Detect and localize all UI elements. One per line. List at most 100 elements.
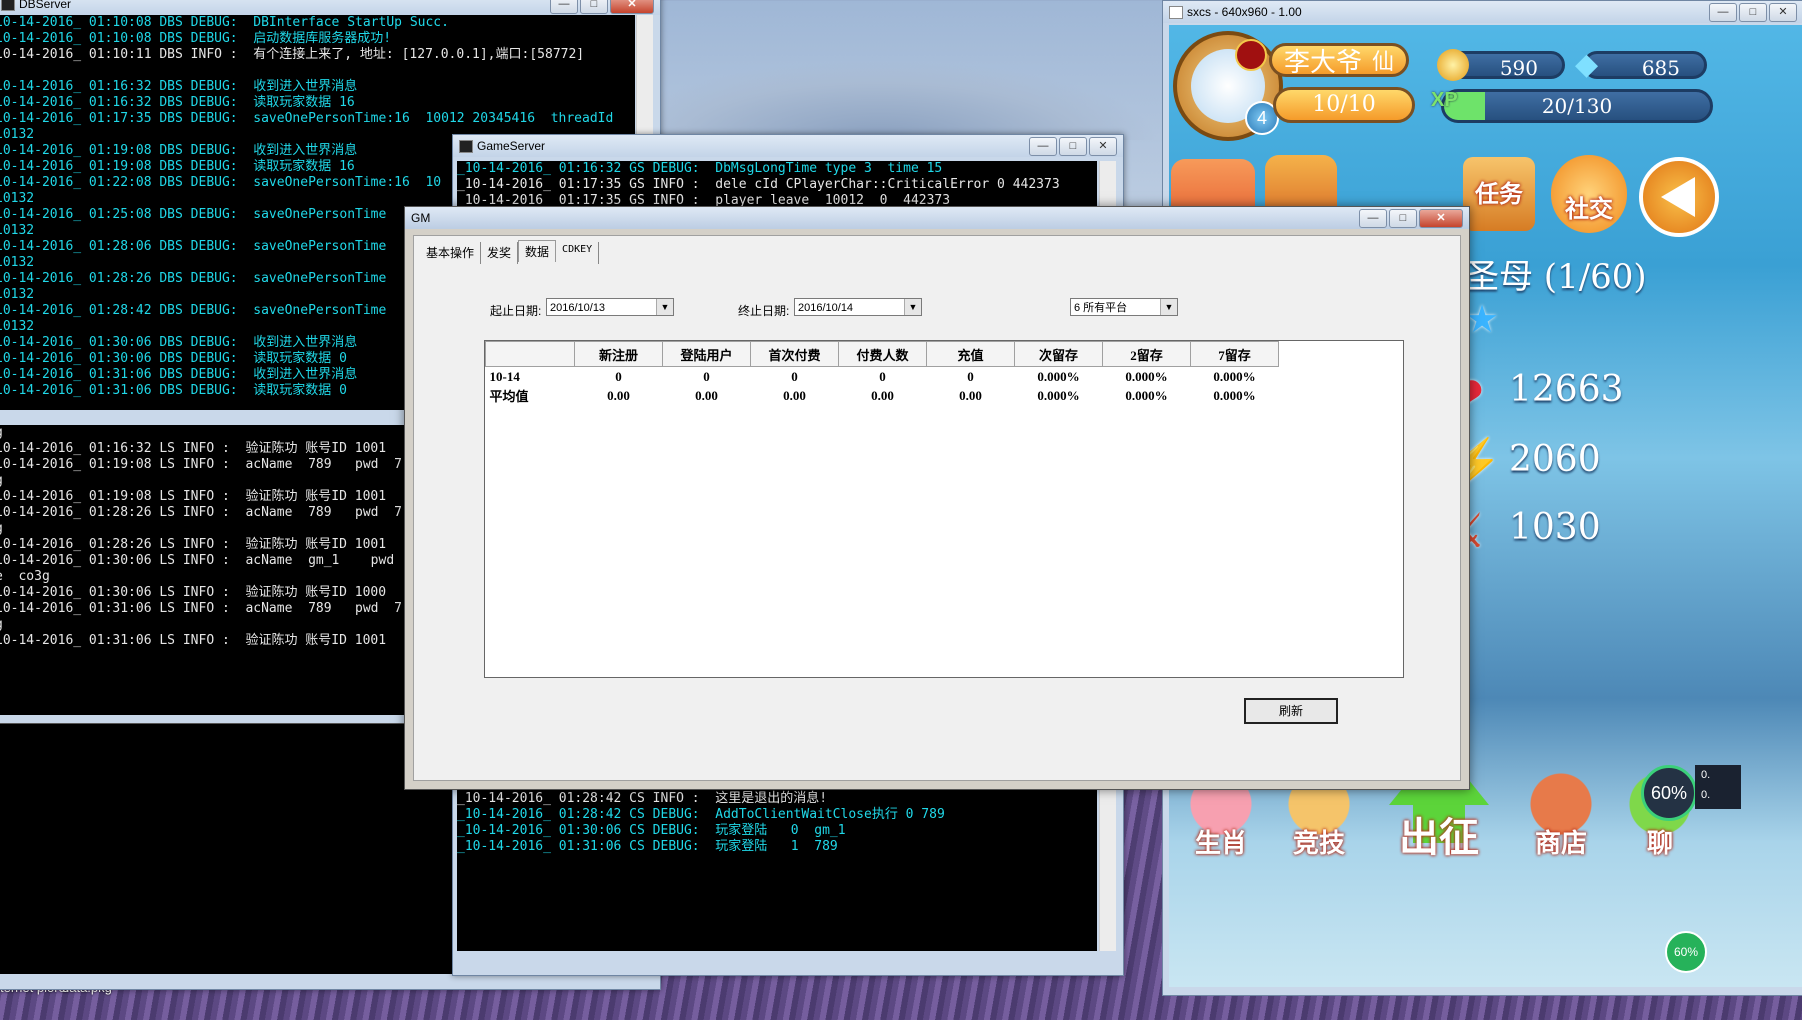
minimize-button[interactable]: — — [1029, 137, 1057, 156]
desktop-mountains — [600, 60, 1160, 140]
stamina-bar[interactable]: 10/10 — [1273, 87, 1415, 123]
gm-titlebar[interactable]: GM — □ ✕ — [405, 207, 1469, 229]
table-cell: 0.00 — [607, 387, 630, 403]
gm-window-controls: — □ ✕ — [1359, 209, 1463, 228]
xp-bar: 20/130 — [1441, 89, 1713, 123]
stats-header-row: 新注册 登陆用户 首次付费 付费人数 充值 次留存 2留存 7留存 — [485, 341, 1279, 367]
network-readout: 0. 0. — [1695, 765, 1741, 809]
maximize-button[interactable]: □ — [1059, 137, 1087, 156]
console-line: _10-14-2016_ 01:28:42 CS DEBUG: AddToCli… — [457, 807, 945, 822]
dbserver-title: DBServer — [19, 0, 72, 11]
console-line: 10-14-2016_ 01:10:08 DBS DEBUG: DBInterf… — [0, 15, 449, 30]
game-title: sxcs - 640x960 - 1.00 — [1187, 5, 1302, 19]
platform-select[interactable]: 6 所有平台 ▼ — [1070, 298, 1178, 316]
table-cell: 0.000% — [1037, 368, 1080, 384]
console-line: _10-14-2016_ 01:16:32 GS DEBUG: DbMsgLon… — [457, 161, 943, 176]
attack-value: 1030 — [1509, 507, 1601, 548]
table-cell: 0.000% — [1125, 387, 1168, 403]
nav-shop-button[interactable]: 商店 — [1519, 769, 1603, 869]
dbserver-titlebar[interactable]: DBServer — □ ✕ — [0, 0, 660, 15]
maximize-button[interactable]: □ — [1739, 3, 1767, 22]
gm-title: GM — [411, 211, 431, 225]
gameserver-titlebar[interactable]: GameServer — □ ✕ — [453, 135, 1123, 157]
chevron-down-icon[interactable]: ▼ — [656, 299, 673, 315]
console-line: _10-14-2016_ 01:30:06 CS DEBUG: 玩家登陆 0 g… — [457, 823, 846, 838]
console-line: 10-14-2016_ 01:10:08 DBS DEBUG: 启动数据库服务器… — [0, 31, 392, 46]
table-cell: 0 — [703, 368, 710, 384]
start-date-label: 起止日期: — [490, 304, 542, 318]
diamond-counter[interactable]: 685 — [1583, 51, 1707, 80]
quest-button[interactable]: 任务 — [1463, 157, 1535, 231]
tab-data[interactable]: 数据 — [518, 240, 557, 262]
close-button[interactable]: ✕ — [610, 0, 654, 14]
player-class: 仙 — [1371, 50, 1394, 75]
gm-body: 基本操作 发奖 数据 CDKEY 起止日期: 2016/10/13 ▼ 终止日期… — [413, 235, 1461, 781]
table-row[interactable]: 10-14 0 0 0 0 0 0.000% 0.000% 0.000% — [486, 367, 1279, 387]
column-header[interactable] — [485, 341, 575, 367]
column-header[interactable]: 付费人数 — [838, 341, 927, 367]
dbserver-window-controls: — □ ✕ — [550, 0, 654, 14]
minimize-button[interactable]: — — [1359, 209, 1387, 228]
game-titlebar[interactable]: sxcs - 640x960 - 1.00 — □ ✕ — [1163, 1, 1802, 23]
start-date-picker[interactable]: 2016/10/13 ▼ — [546, 298, 674, 316]
stamina-value: 10/10 — [1312, 92, 1376, 117]
xp-value: 20/130 — [1541, 94, 1613, 118]
console-line: _10-14-2016_ 01:31:06 CS DEBUG: 玩家登陆 1 7… — [457, 839, 838, 854]
refresh-button[interactable]: 刷新 — [1244, 698, 1338, 724]
console-line: 10-14-2016_ 01:17:35 DBS DEBUG: saveOneP… — [0, 111, 614, 126]
menu-arrow-icon — [1661, 177, 1695, 217]
gm-tabs: 基本操作 发奖 数据 CDKEY — [420, 240, 600, 264]
gameserver-log-lines: _10-14-2016_ 01:28:42 CS INFO : 这里是退出的消息… — [457, 791, 945, 855]
close-button[interactable]: ✕ — [1769, 3, 1797, 22]
end-date-picker[interactable]: 2016/10/14 ▼ — [794, 298, 922, 316]
console-line: 10-14-2016_ 01:16:32 DBS DEBUG: 读取玩家数据 1… — [0, 95, 355, 110]
game-window-controls: — □ ✕ — [1709, 3, 1797, 22]
maximize-button[interactable]: □ — [580, 0, 608, 14]
tab-rewards[interactable]: 发奖 — [481, 242, 519, 264]
energy-value: 2060 — [1509, 439, 1601, 480]
start-date-value: 2016/10/13 — [550, 302, 606, 314]
close-button[interactable]: ✕ — [1419, 209, 1463, 228]
table-cell: 0 — [879, 368, 886, 384]
column-header[interactable]: 新注册 — [574, 341, 663, 367]
maximize-button[interactable]: □ — [1389, 209, 1417, 228]
gameserver-console-top[interactable]: _10-14-2016_ 01:16:32 GS DEBUG: DbMsgLon… — [457, 161, 1097, 211]
console-line: 10-14-2016_ 01:16:32 DBS DEBUG: 收到进入世界消息 — [0, 79, 358, 94]
table-cell: 0.000% — [1213, 368, 1256, 384]
tab-cdkey[interactable]: CDKEY — [556, 242, 600, 264]
menu-toggle-button[interactable] — [1639, 157, 1719, 237]
minimize-button[interactable]: — — [1709, 3, 1737, 22]
player-name: 李大爷 — [1284, 48, 1363, 78]
fps-meter: 60% — [1641, 765, 1697, 821]
game-app-icon — [1169, 6, 1183, 19]
chevron-down-icon[interactable]: ▼ — [1160, 299, 1177, 315]
close-button[interactable]: ✕ — [1089, 137, 1117, 156]
table-cell: 0.00 — [695, 387, 718, 403]
column-header[interactable]: 登陆用户 — [662, 341, 751, 367]
table-cell: 0 — [967, 368, 974, 384]
console-line: 10-14-2016_ 01:10:11 DBS INFO : 有个连接上来了,… — [0, 47, 585, 62]
stats-body: 10-14 0 0 0 0 0 0.000% 0.000% 0.000% 平均值 0.00 0.00 0… — [486, 367, 1279, 406]
gameserver-title: GameServer — [477, 139, 546, 153]
gameserver-window-controls: — □ ✕ — [1029, 137, 1117, 156]
table-cell: 0.000% — [1037, 387, 1080, 403]
column-header[interactable]: 次留存 — [1014, 341, 1103, 367]
gold-value: 590 — [1499, 56, 1538, 80]
chevron-down-icon[interactable]: ▼ — [904, 299, 921, 315]
table-cell: 平均值 — [489, 389, 529, 404]
table-cell: 0.00 — [871, 387, 894, 403]
table-row[interactable]: 平均值 0.00 0.00 0.00 0.00 0.00 0.000% 0.000% 0.000… — [486, 386, 1279, 405]
stats-grid[interactable]: 新注册 登陆用户 首次付费 付费人数 充值 次留存 2留存 7留存 10-14 0 0 0 0 0 0.0… — [484, 340, 1404, 678]
column-header[interactable]: 7留存 — [1190, 341, 1279, 367]
table-cell: 0 — [615, 368, 622, 384]
diamond-icon: ◆ — [1575, 48, 1599, 81]
minimize-button[interactable]: — — [550, 0, 578, 14]
social-button[interactable]: 社交 — [1551, 155, 1627, 233]
gm-dialog: GM — □ ✕ 基本操作 发奖 数据 CDKEY 起止日期: 2016/10/… — [404, 206, 1470, 790]
column-header[interactable]: 首次付费 — [750, 341, 839, 367]
tab-basic[interactable]: 基本操作 — [420, 242, 482, 264]
column-header[interactable]: 2留存 — [1102, 341, 1191, 367]
stats-table: 新注册 登陆用户 首次付费 付费人数 充值 次留存 2留存 7留存 10-14 0 0 0 0 0 0.0… — [485, 341, 1279, 405]
fps-badge: 60% — [1665, 931, 1707, 973]
column-header[interactable]: 充值 — [926, 341, 1015, 367]
